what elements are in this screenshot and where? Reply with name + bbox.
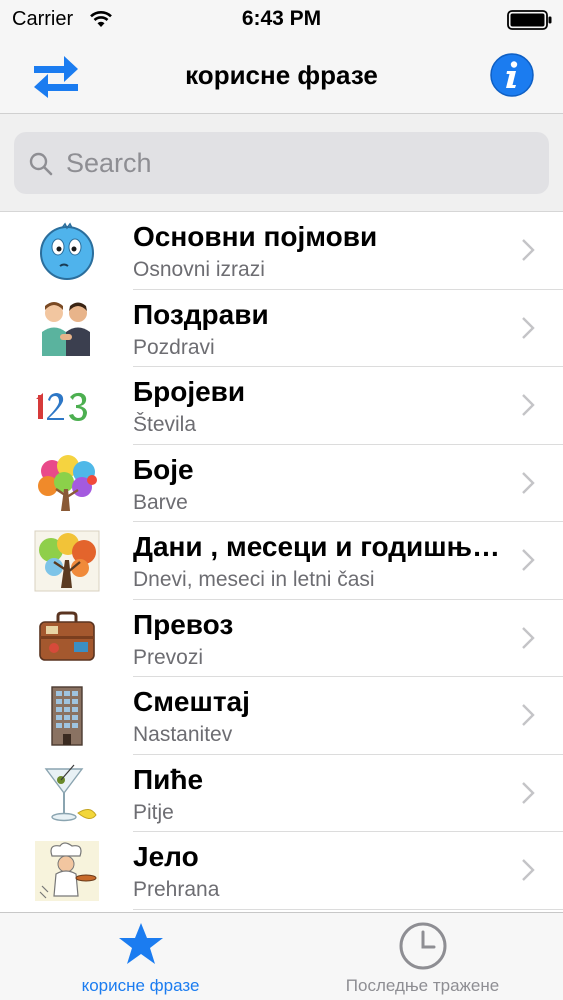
item-subtitle: Pozdravi bbox=[133, 335, 215, 359]
chevron-right-icon bbox=[522, 316, 535, 339]
chevron-right-icon bbox=[522, 781, 535, 804]
item-subtitle: Nastanitev bbox=[133, 723, 233, 746]
category-list: Основни појмови Osnovni izrazi Поздрави … bbox=[0, 212, 563, 912]
item-title: Боје bbox=[133, 453, 194, 485]
item-title: Пиће bbox=[133, 763, 204, 795]
chef-icon bbox=[35, 841, 99, 901]
smiley-face-icon bbox=[40, 222, 94, 280]
item-subtitle: Števila bbox=[133, 413, 197, 436]
chevron-right-icon bbox=[522, 859, 535, 881]
colorful-tree-icon bbox=[38, 454, 97, 511]
chevron-right-icon bbox=[522, 549, 535, 571]
item-title: Превоз bbox=[133, 608, 234, 640]
item-title: Поздрави bbox=[133, 298, 269, 330]
item-subtitle: Osnovni izrazi bbox=[133, 258, 265, 281]
chevron-right-icon bbox=[522, 394, 535, 416]
battery-icon bbox=[507, 10, 553, 35]
item-title: Дани , месеци и годишња доба bbox=[133, 531, 503, 562]
list-item-food[interactable]: Јело Prehrana bbox=[0, 832, 563, 910]
clock-icon bbox=[399, 922, 446, 970]
navigation-bar: корисне фразе bbox=[0, 38, 563, 114]
chevron-right-icon bbox=[522, 626, 535, 649]
star-icon bbox=[118, 923, 163, 964]
chevron-right-icon bbox=[522, 704, 535, 726]
item-title: Бројеви bbox=[133, 376, 246, 407]
item-subtitle: Barve bbox=[133, 490, 188, 514]
numbers-icon bbox=[36, 392, 87, 421]
tab-label: Последње тражене bbox=[345, 976, 500, 995]
list-item-drinks[interactable]: Пиће Pitje bbox=[0, 755, 563, 832]
search-area bbox=[0, 114, 563, 212]
tab-label: корисне фразе bbox=[81, 976, 200, 995]
info-button[interactable] bbox=[489, 52, 535, 98]
cocktail-glass-icon bbox=[44, 764, 97, 821]
info-icon bbox=[490, 53, 534, 97]
clock-time: 6:43 PM bbox=[241, 7, 322, 30]
item-title: Јело bbox=[133, 841, 199, 872]
item-subtitle: Prevozi bbox=[133, 645, 204, 669]
chevron-right-icon bbox=[522, 239, 535, 261]
row-separator bbox=[133, 908, 563, 910]
app-screen: Carrier 6:43 PM корисне фразе Search Осн… bbox=[0, 0, 563, 1000]
item-subtitle: Prehrana bbox=[133, 878, 220, 901]
item-title: Смештај bbox=[133, 686, 250, 717]
search-icon bbox=[28, 151, 54, 182]
list-item-basic-terms[interactable]: Основни појмови Osnovni izrazi bbox=[0, 212, 563, 290]
item-title: Основни појмови bbox=[133, 221, 378, 252]
chevron-right-icon bbox=[522, 471, 535, 494]
tab-bar: корисне фразе Последње тражене bbox=[0, 912, 563, 1000]
status-bar: Carrier 6:43 PM bbox=[0, 0, 563, 38]
search-input[interactable] bbox=[66, 144, 526, 182]
list-item-numbers[interactable]: Бројеви Števila bbox=[0, 367, 563, 445]
list-item-colors[interactable]: Боје Barve bbox=[0, 445, 563, 522]
tab-useful-phrases[interactable]: корисне фразе bbox=[0, 913, 281, 1000]
search-bar[interactable] bbox=[14, 132, 549, 194]
tab-recent-searches[interactable]: Последње тражене bbox=[282, 913, 563, 1000]
list-item-days-months-seasons[interactable]: Дани , месеци и годишња доба Dnevi, mese… bbox=[0, 522, 563, 600]
greeting-people-icon bbox=[42, 301, 90, 356]
list-item-greetings[interactable]: Поздрави Pozdravi bbox=[0, 290, 563, 367]
item-subtitle: Pitje bbox=[133, 800, 174, 824]
list-item-transport[interactable]: Превоз Prevozi bbox=[0, 600, 563, 677]
hotel-building-icon bbox=[51, 686, 83, 746]
suitcase-icon bbox=[39, 611, 95, 661]
page-title: корисне фразе bbox=[185, 60, 378, 90]
seasons-tree-icon bbox=[34, 530, 100, 592]
list-item-accommodation[interactable]: Смештај Nastanitev bbox=[0, 677, 563, 755]
item-subtitle: Dnevi, meseci in letni časi bbox=[133, 568, 375, 591]
